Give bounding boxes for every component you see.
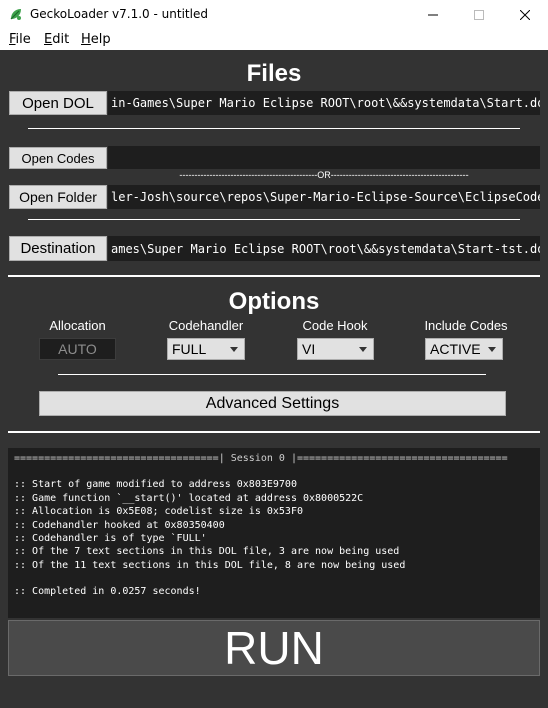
log-line: :: Codehandler is of type `FULL': [14, 533, 207, 545]
open-dol-button[interactable]: Open DOL: [9, 91, 107, 115]
close-button[interactable]: [502, 0, 548, 30]
chevron-down-icon: [488, 347, 496, 352]
minimize-button[interactable]: [410, 0, 456, 30]
advanced-settings-button[interactable]: Advanced Settings: [39, 391, 506, 416]
log-output[interactable]: ==================================| Sess…: [8, 448, 540, 618]
include-codes-label: Include Codes: [424, 318, 508, 333]
log-line: :: Of the 7 text sections in this DOL fi…: [14, 546, 400, 558]
chevron-down-icon: [230, 347, 238, 352]
include-codes-value: ACTIVE: [430, 341, 481, 357]
title-bar: GeckoLoader v7.1.0 - untitled: [0, 0, 548, 30]
log-line: :: Game function `__start()' located at …: [14, 492, 364, 504]
dol-path-field[interactable]: in-Games\Super Mario Eclipse ROOT\root\&…: [108, 91, 540, 115]
log-line: :: Start of game modified to address 0x8…: [14, 479, 297, 491]
files-heading: Files: [246, 60, 302, 87]
maximize-button[interactable]: [456, 0, 502, 30]
codes-path-field[interactable]: [108, 146, 540, 169]
menu-file[interactable]: File: [9, 32, 31, 47]
destination-path-field[interactable]: ames\Super Mario Eclipse ROOT\root\&&sys…: [108, 236, 540, 261]
minimize-icon: [428, 14, 438, 16]
menu-help[interactable]: Help: [81, 32, 111, 47]
include-codes-dropdown[interactable]: ACTIVE: [425, 338, 503, 360]
divider: [28, 219, 520, 220]
codehandler-label: Codehandler: [168, 318, 244, 333]
codehook-value: VI: [302, 341, 316, 357]
close-icon: [520, 10, 530, 20]
codehook-label: Code Hook: [302, 318, 368, 333]
options-heading: Options: [228, 288, 320, 315]
log-line: :: Completed in 0.0257 seconds!: [14, 586, 201, 598]
section-divider: [8, 275, 540, 277]
log-line: :: Of the 11 text sections in this DOL f…: [14, 559, 406, 571]
divider: [28, 128, 520, 129]
codehandler-dropdown[interactable]: FULL: [167, 338, 245, 360]
section-divider: [8, 431, 540, 433]
codehandler-value: FULL: [172, 341, 207, 357]
maximize-icon: [474, 10, 484, 20]
gecko-leaf-icon: [10, 9, 21, 20]
destination-button[interactable]: Destination: [9, 236, 107, 261]
chevron-down-icon: [359, 347, 367, 352]
log-line: :: Allocation is 0x5E08; codelist size i…: [14, 506, 303, 518]
menu-edit[interactable]: Edit: [44, 32, 69, 47]
log-line: :: Codehandler hooked at 0x80350400: [14, 519, 225, 531]
allocation-field[interactable]: AUTO: [39, 338, 116, 360]
divider: [58, 374, 486, 375]
run-button[interactable]: RUN: [8, 620, 540, 676]
open-codes-button[interactable]: Open Codes: [9, 147, 107, 169]
session-header: ==================================| Sess…: [14, 453, 508, 464]
codehook-dropdown[interactable]: VI: [297, 338, 374, 360]
open-folder-button[interactable]: Open Folder: [9, 185, 107, 209]
or-separator: ----------------------------------------…: [179, 170, 469, 180]
allocation-label: Allocation: [49, 318, 106, 333]
menu-bar: File Edit Help: [0, 30, 548, 50]
folder-path-field[interactable]: ler-Josh\source\repos\Super-Mario-Eclips…: [108, 185, 540, 209]
window-title: GeckoLoader v7.1.0 - untitled: [30, 7, 208, 21]
